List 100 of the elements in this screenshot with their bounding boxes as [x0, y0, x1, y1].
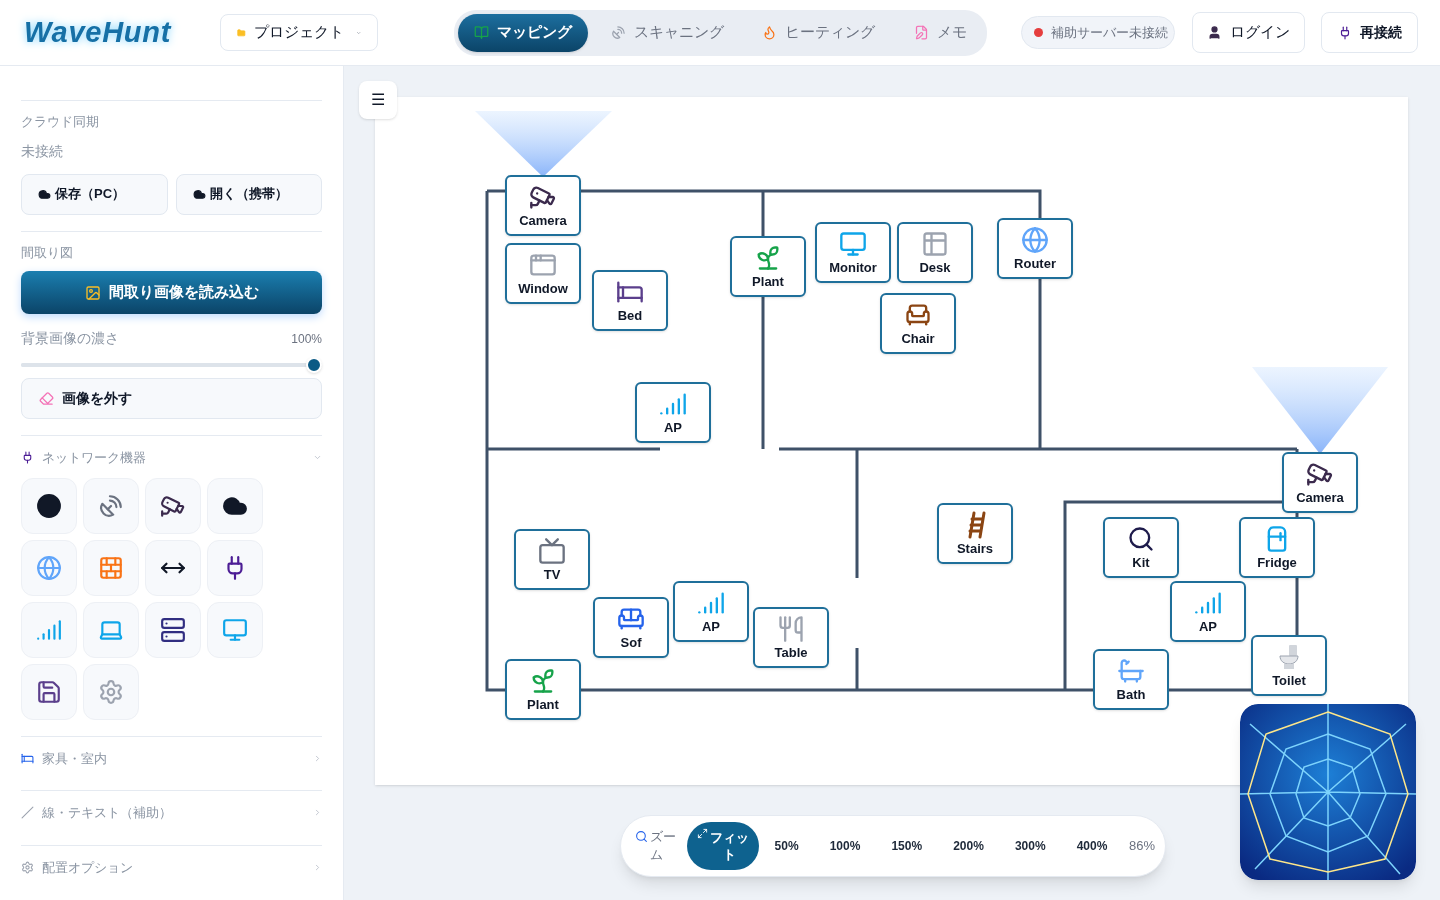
- device-node[interactable]: Bath: [1093, 649, 1169, 710]
- expand-icon: [697, 828, 708, 839]
- node-label: AP: [663, 420, 683, 436]
- node-label: Stairs: [956, 541, 994, 557]
- palette-tile[interactable]: [21, 601, 77, 658]
- device-node[interactable]: Camera: [1282, 452, 1358, 513]
- menu-button[interactable]: ☰: [359, 81, 397, 119]
- device-node[interactable]: AP: [1170, 581, 1246, 642]
- palette-tile[interactable]: [207, 539, 263, 596]
- node-label: Fridge: [1257, 555, 1297, 571]
- palette-tile[interactable]: [83, 601, 139, 658]
- eraser-icon: [39, 391, 54, 406]
- tab[interactable]: メモ: [897, 13, 983, 52]
- caret-icon: [313, 753, 322, 763]
- caret-icon: [313, 808, 322, 818]
- bed-icon: [21, 751, 34, 765]
- palette-tile[interactable]: [207, 477, 263, 534]
- device-node[interactable]: Monitor: [815, 222, 891, 283]
- device-node[interactable]: Plant: [505, 659, 581, 720]
- memo-icon: [913, 25, 929, 40]
- palette-tile[interactable]: [83, 477, 139, 534]
- zoom-preset[interactable]: 50%: [766, 833, 807, 859]
- zoom-preset[interactable]: 200%: [945, 833, 992, 859]
- device-node[interactable]: AP: [635, 382, 711, 443]
- globe-icon: [1021, 226, 1049, 254]
- device-node[interactable]: Kit: [1103, 517, 1179, 578]
- tab[interactable]: マッピング: [458, 13, 588, 52]
- device-node[interactable]: Stairs: [937, 503, 1013, 564]
- palette-tile[interactable]: [145, 601, 201, 658]
- device-node[interactable]: Plant: [730, 236, 806, 297]
- device-node[interactable]: Table: [753, 607, 829, 668]
- zoom-preset[interactable]: 300%: [1006, 833, 1054, 859]
- node-label: Bath: [1116, 687, 1146, 703]
- node-label: Monitor: [829, 260, 877, 276]
- map-book-icon: [474, 25, 489, 40]
- project-dropdown[interactable]: プロジェクト: [220, 14, 378, 51]
- tab[interactable]: ヒーティング: [746, 13, 892, 52]
- node-label: Camera: [519, 213, 567, 229]
- palette-tile[interactable]: [83, 663, 139, 720]
- node-label: Sof: [620, 635, 642, 651]
- remove-image-button[interactable]: 画像を外す: [21, 378, 322, 419]
- palette-tile[interactable]: [21, 539, 77, 596]
- slider-thumb[interactable]: [306, 357, 322, 373]
- device-node[interactable]: TV: [514, 529, 590, 590]
- palette-tile[interactable]: [207, 601, 263, 658]
- palette-tile[interactable]: [21, 477, 77, 534]
- device-node[interactable]: Fridge: [1239, 517, 1315, 578]
- node-label: Chair: [901, 331, 935, 347]
- desk-icon: [921, 230, 949, 258]
- slider-label: 背景画像の濃さ: [21, 329, 119, 348]
- magnifier-icon: [1127, 525, 1155, 553]
- monitor-icon: [839, 230, 867, 258]
- device-node[interactable]: Sof: [593, 597, 669, 658]
- satellite-dish-icon: [610, 25, 626, 40]
- device-node[interactable]: Camera: [505, 175, 581, 236]
- section-title: クラウド同期: [21, 113, 100, 131]
- status-text: 補助サーバー未接続: [1051, 23, 1168, 42]
- device-node[interactable]: Window: [505, 243, 581, 304]
- zoom-label: ズーム: [650, 828, 677, 864]
- login-button[interactable]: ログイン: [1192, 12, 1305, 53]
- tab[interactable]: スキャニング: [594, 13, 740, 52]
- palette-tile[interactable]: [145, 539, 201, 596]
- zoom-reading: 86%: [1128, 837, 1155, 856]
- load-image-button[interactable]: 間取り画像を読み込む: [21, 271, 322, 314]
- zoom-preset[interactable]: 100%: [821, 833, 869, 859]
- sync-status: 未接続: [21, 141, 64, 161]
- tv-icon: [538, 537, 566, 565]
- device-node[interactable]: Chair: [880, 293, 956, 354]
- gear-icon: [98, 678, 124, 705]
- device-node[interactable]: Toilet: [1251, 635, 1327, 696]
- brick-wall-icon: [98, 554, 124, 581]
- camera-icon: [1306, 460, 1334, 488]
- camera-icon: [529, 183, 557, 211]
- palette-tile[interactable]: [21, 663, 77, 720]
- palette-tile[interactable]: [83, 539, 139, 596]
- plug-icon: [21, 451, 34, 465]
- cloud-button[interactable]: 開く（携帯）: [175, 173, 322, 215]
- plant-icon: [529, 667, 557, 695]
- device-node[interactable]: Router: [997, 218, 1073, 279]
- device-node[interactable]: AP: [673, 581, 749, 642]
- section-title: 間取り図: [21, 243, 74, 262]
- fit-button[interactable]: フィット: [687, 822, 759, 870]
- zoom-preset[interactable]: 400%: [1068, 833, 1116, 859]
- logo: WaveHunt: [24, 14, 173, 50]
- cloud-button[interactable]: 保存（PC）: [21, 173, 168, 215]
- slash-icon: [21, 806, 34, 820]
- node-label: Table: [774, 645, 808, 661]
- palette-tile[interactable]: [145, 477, 201, 534]
- reconnect-button[interactable]: 再接続: [1321, 12, 1418, 53]
- zoom-preset[interactable]: 150%: [883, 833, 931, 859]
- caret-icon: [313, 862, 322, 872]
- node-label: AP: [1198, 619, 1218, 635]
- cloud-icon: [192, 187, 206, 201]
- node-label: Kit: [1132, 555, 1150, 571]
- node-label: Plant: [527, 697, 559, 713]
- device-node[interactable]: Bed: [592, 270, 668, 331]
- gear-icon: [21, 860, 34, 874]
- node-label: Desk: [919, 260, 951, 276]
- node-label: Plant: [752, 274, 784, 290]
- device-node[interactable]: Desk: [897, 222, 973, 283]
